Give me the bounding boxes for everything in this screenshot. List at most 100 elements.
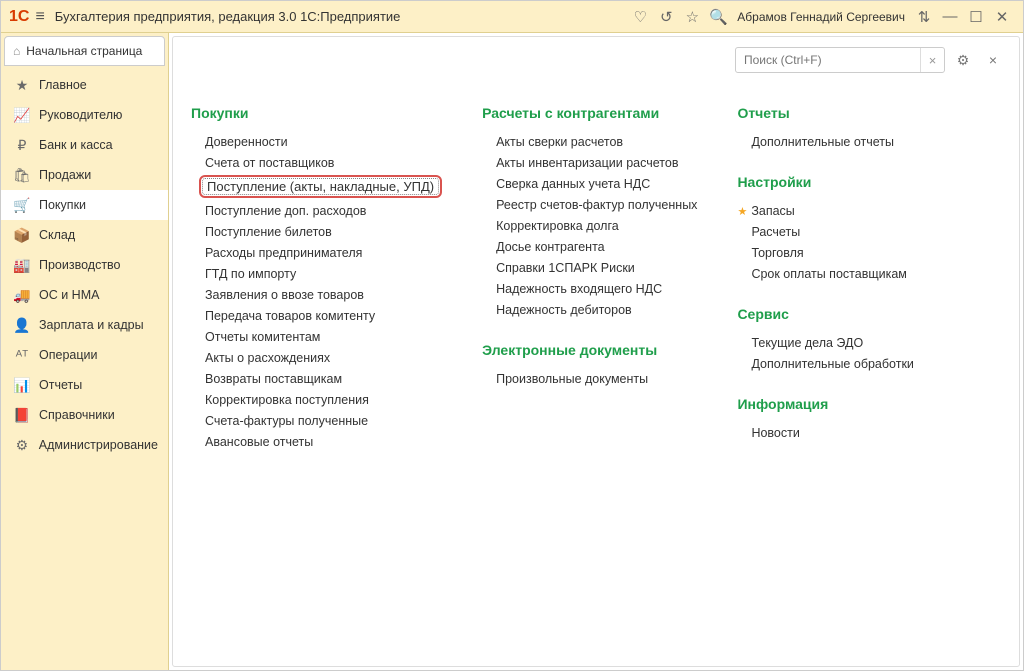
search-input[interactable] [736,53,920,67]
menu-link[interactable]: Счета-фактуры полученные [191,410,442,431]
sidebar-item[interactable]: 📊 Отчеты [1,370,168,400]
nav-icon: ★ [11,77,33,94]
menu-link[interactable]: Справки 1СПАРК Риски [482,257,697,278]
nav-label: Банк и касса [39,138,113,152]
menu-link[interactable]: Акты инвентаризации расчетов [482,152,697,173]
nav-icon: 📦 [11,227,33,244]
menu-link[interactable]: Акты сверки расчетов [482,131,697,152]
sidebar-item[interactable]: ⚙ Администрирование [1,430,168,460]
nav-icon: ⚙ [11,437,33,454]
sidebar-item[interactable]: 🏭 Производство [1,250,168,280]
menu-link[interactable]: Новости [737,422,937,443]
section-title: Настройки [737,174,937,190]
menu-link[interactable]: Досье контрагента [482,236,697,257]
nav-label: Зарплата и кадры [39,318,144,332]
nav-icon: 🛒 [11,197,33,214]
menu-link[interactable]: Срок оплаты поставщикам [737,263,937,284]
section-settings: Настройки ЗапасыРасчетыТорговляСрок опла… [737,174,937,284]
section-reports: Отчеты Дополнительные отчеты [737,105,937,152]
nav-icon: 👤 [11,317,33,334]
sidebar-item[interactable]: 📕Справочники [1,400,168,430]
menu-link[interactable]: Расходы предпринимателя [191,242,442,263]
sidebar-item[interactable]: ᴬᵀОперации [1,340,168,370]
menu-link[interactable]: Поступление билетов [191,221,442,242]
menu-link[interactable]: Корректировка долга [482,215,697,236]
search-clear-icon[interactable]: × [920,48,944,72]
nav-label: ОС и НМА [39,288,99,302]
nav-label: Отчеты [39,378,82,392]
history-icon[interactable]: ↺ [653,4,679,30]
menu-link[interactable]: Реестр счетов-фактур полученных [482,194,697,215]
sidebar: ⌂ Начальная страница ★ Главное 📈 Руководите… [1,33,169,670]
filter-icon[interactable]: ⇅ [911,4,937,30]
nav-icon: 📊 [11,377,33,394]
user-name[interactable]: Абрамов Геннадий Сергеевич [731,10,911,24]
nav-icon: 🛍 [11,167,33,184]
nav-label: Руководителю [39,108,122,122]
tab-home[interactable]: ⌂ Начальная страница [4,36,165,66]
menu-link[interactable]: Авансовые отчеты [191,431,442,452]
section-title: Покупки [191,105,442,121]
menu-link[interactable]: Заявления о ввозе товаров [191,284,442,305]
nav-label: Покупки [39,198,86,212]
menu-link[interactable]: Передача товаров комитенту [191,305,442,326]
menu-link[interactable]: Корректировка поступления [191,389,442,410]
nav-icon: 🚚 [11,287,33,304]
menu-link[interactable]: Сверка данных учета НДС [482,173,697,194]
menu-link[interactable]: Текущие дела ЭДО [737,332,937,353]
home-icon: ⌂ [13,44,20,58]
menu-icon[interactable]: ≡ [35,8,44,26]
app-title: Бухгалтерия предприятия, редакция 3.0 1С… [55,9,401,24]
highlighted-link[interactable]: Поступление (акты, накладные, УПД) [199,175,442,198]
menu-link[interactable]: Счета от поставщиков [191,152,442,173]
close-panel-icon[interactable]: × [981,48,1005,72]
sidebar-item[interactable]: 📦Склад [1,220,168,250]
section-title: Сервис [737,306,937,322]
main-panel: × ⚙ × Покупки ДоверенностиСчета от поста… [172,36,1020,667]
section-title: Электронные документы [482,342,697,358]
sidebar-item[interactable]: 👤 Зарплата и кадры [1,310,168,340]
logo-1c: 1C [9,8,29,26]
nav-label: Справочники [39,408,115,422]
nav-icon: ᴬᵀ [11,347,33,363]
menu-link[interactable]: Акты о расхождениях [191,347,442,368]
menu-link[interactable]: Надежность входящего НДС [482,278,697,299]
nav-label: Администрирование [39,438,158,452]
menu-link[interactable]: Надежность дебиторов [482,299,697,320]
gear-icon[interactable]: ⚙ [951,48,975,72]
section-title: Расчеты с контрагентами [482,105,697,121]
maximize-icon[interactable]: ☐ [963,4,989,30]
nav-icon: ₽ [11,137,33,154]
menu-link[interactable]: Торговля [737,242,937,263]
sidebar-item[interactable]: ★ Главное [1,70,168,100]
nav-icon: 🏭 [11,257,33,274]
menu-link[interactable]: ГТД по импорту [191,263,442,284]
nav-label: Главное [39,78,87,92]
menu-link[interactable]: Поступление доп. расходов [191,200,442,221]
minimize-icon[interactable]: — [937,4,963,30]
close-window-icon[interactable]: ✕ [989,4,1015,30]
menu-link[interactable]: Расчеты [737,221,937,242]
section-edocs: Электронные документы Произвольные докум… [482,342,697,389]
menu-link[interactable]: Возвраты поставщикам [191,368,442,389]
section-title: Отчеты [737,105,937,121]
menu-link[interactable]: Произвольные документы [482,368,697,389]
menu-link[interactable]: Запасы [737,200,937,221]
sidebar-item[interactable]: 🛒 Покупки [1,190,168,220]
section-purchases: Покупки ДоверенностиСчета от поставщиков… [191,105,442,452]
sidebar-item[interactable]: ₽ Банк и касса [1,130,168,160]
section-service: Сервис Текущие дела ЭДОДополнительные об… [737,306,937,374]
star-icon[interactable]: ☆ [679,4,705,30]
sidebar-item[interactable]: 📈 Руководителю [1,100,168,130]
sidebar-item[interactable]: 🛍Продажи [1,160,168,190]
nav-label: Производство [39,258,121,272]
menu-link[interactable]: Дополнительные отчеты [737,131,937,152]
menu-link[interactable]: Дополнительные обработки [737,353,937,374]
search-box[interactable]: × [735,47,945,73]
nav-icon: 📈 [11,107,33,124]
bell-icon[interactable]: ♡ [627,4,653,30]
search-icon[interactable]: 🔍 [705,4,731,30]
menu-link[interactable]: Отчеты комитентам [191,326,442,347]
sidebar-item[interactable]: 🚚 ОС и НМА [1,280,168,310]
menu-link[interactable]: Доверенности [191,131,442,152]
